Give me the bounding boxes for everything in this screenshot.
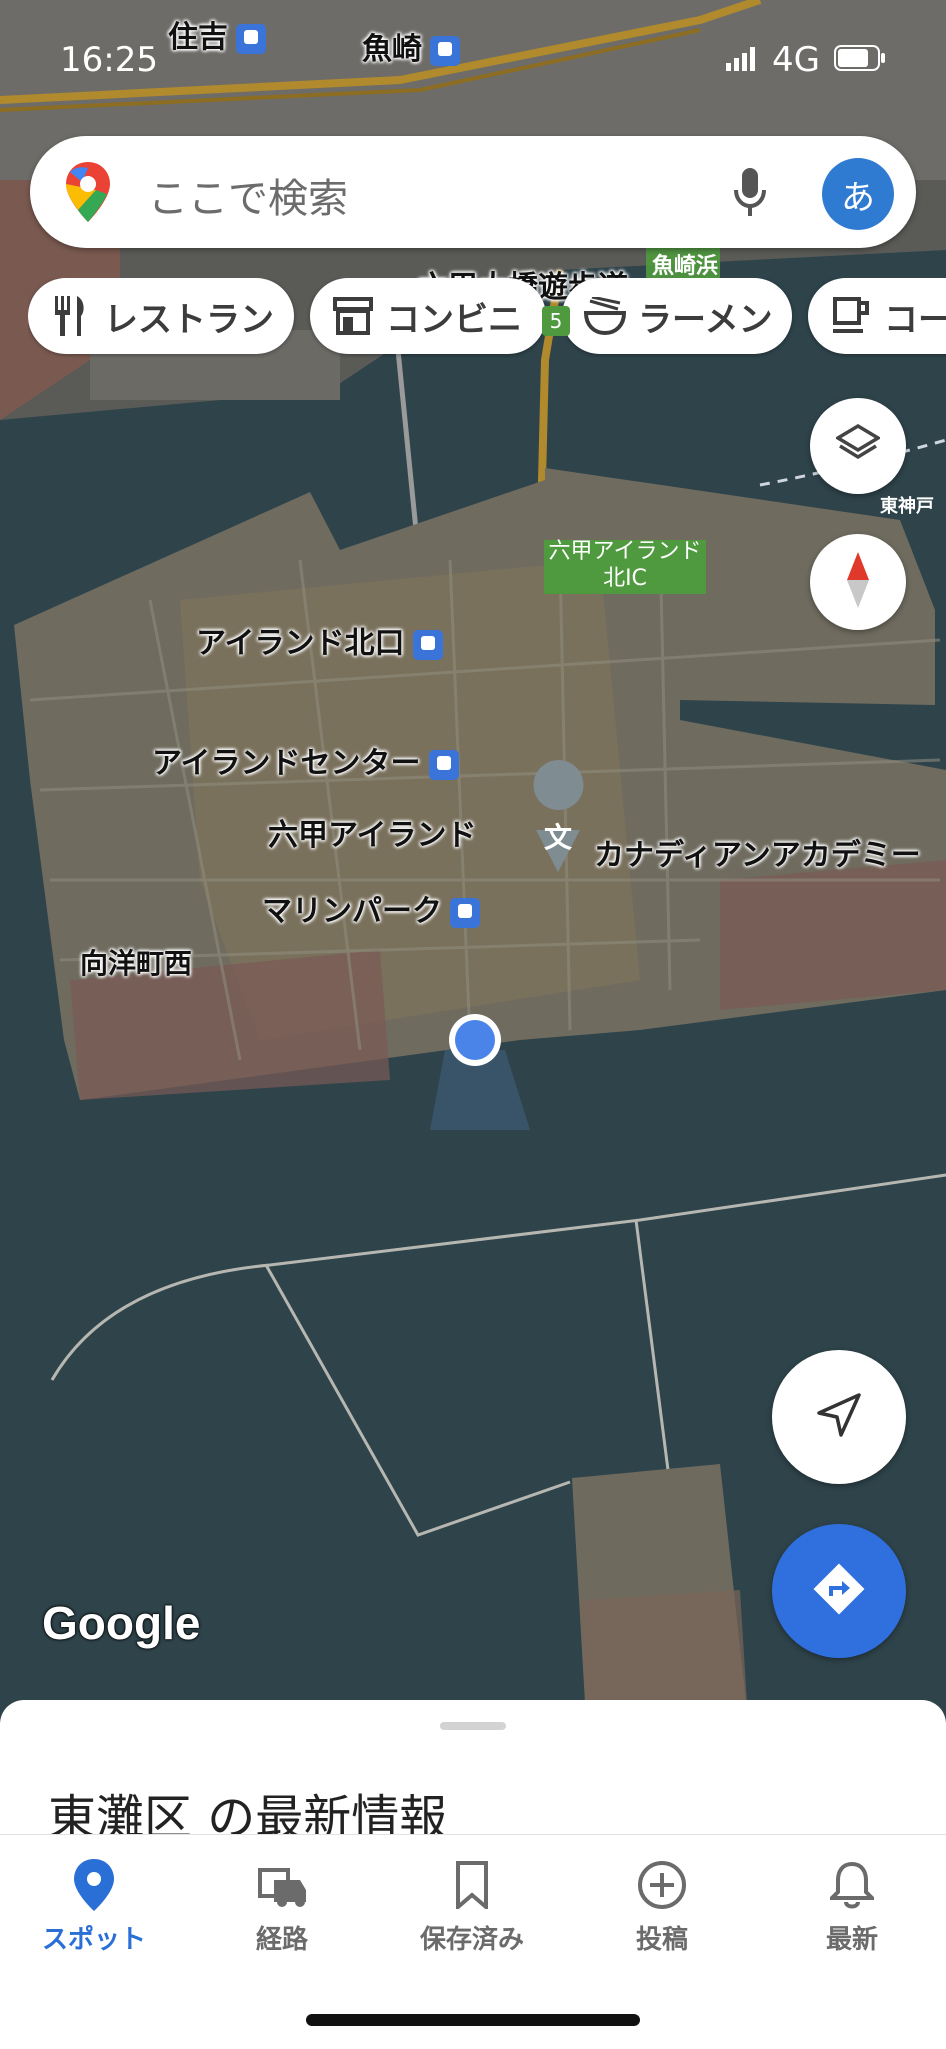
map-label-koyocho-nishi[interactable]: 向洋町西 [80, 942, 192, 982]
tab-label: 投稿 [635, 1925, 688, 1955]
map-label-island-center[interactable]: アイランドセンター [152, 738, 459, 782]
chip-label: コンビニ [386, 299, 522, 340]
layers-icon [834, 423, 882, 468]
tab-updates[interactable]: 最新 [772, 1855, 932, 1965]
train-station-icon [428, 749, 459, 780]
label-text: 魚崎 [362, 32, 422, 67]
tab-explore[interactable]: スポット [14, 1855, 174, 1965]
add-circle-icon [632, 1855, 692, 1915]
chip-coffee[interactable]: コー [808, 278, 946, 354]
map-label-higashikobe[interactable]: 東神戸 [880, 492, 934, 518]
coffee-cup-icon [830, 295, 872, 337]
map-label-sumiyoshi[interactable]: 住吉 [168, 12, 266, 56]
fork-knife-icon [50, 295, 92, 337]
store-icon [332, 295, 374, 337]
label-text: アイランド北口 [196, 626, 405, 661]
map-label-rokko-island[interactable]: 六甲アイランド [268, 810, 477, 854]
compass-button[interactable] [810, 534, 906, 630]
location-pin-icon [64, 1855, 124, 1915]
train-station-icon [236, 23, 266, 54]
sheet-drag-handle[interactable] [440, 1722, 506, 1730]
label-text: マリンパーク [262, 894, 442, 929]
map-label-island-kitaguchi[interactable]: アイランド北口 [196, 618, 443, 662]
label-text: アイランドセンター [152, 746, 421, 781]
map-label-uozakihama[interactable]: 魚崎浜 [652, 248, 718, 280]
directions-icon [812, 1562, 866, 1620]
directions-button[interactable] [772, 1524, 906, 1658]
map-label-marine-park[interactable]: マリンパーク [262, 886, 480, 930]
home-indicator[interactable] [306, 2014, 640, 2026]
chip-restaurant[interactable]: レストラン [28, 278, 294, 354]
microphone-icon[interactable] [718, 160, 782, 224]
google-attribution: Google [42, 1597, 201, 1649]
car-icon [252, 1855, 312, 1915]
account-avatar[interactable]: あ [822, 158, 894, 230]
status-time: 16:25 [60, 40, 158, 80]
status-right: 4G [726, 40, 886, 80]
chip-label: コー [884, 299, 946, 340]
tab-label: 経路 [255, 1925, 308, 1955]
search-bar[interactable]: ここで検索 あ [30, 136, 916, 248]
train-station-icon [412, 629, 443, 660]
ramen-bowl-icon [584, 295, 626, 337]
chip-ramen[interactable]: ラーメン [562, 278, 792, 354]
google-maps-logo-icon [66, 162, 110, 222]
tab-saved[interactable]: 保存済み [392, 1855, 552, 1965]
chip-label: レストラン [104, 299, 274, 340]
navigation-arrow-icon [817, 1393, 861, 1441]
map-label-rokko-ic[interactable]: 六甲アイランド 北IC [544, 538, 706, 592]
train-station-icon [450, 897, 480, 928]
tab-label: スポット [41, 1925, 146, 1955]
tab-label: 保存済み [419, 1925, 524, 1955]
bell-icon [822, 1855, 882, 1915]
search-input[interactable]: ここで検索 [148, 166, 348, 224]
chip-convenience-store[interactable]: コンビニ [310, 278, 546, 354]
label-text: 住吉 [168, 20, 228, 55]
map-label-uozaki[interactable]: 魚崎 [362, 24, 460, 68]
train-station-icon [430, 35, 460, 66]
layers-button[interactable] [810, 398, 906, 494]
my-location-button[interactable] [772, 1350, 906, 1484]
route-number-badge: 5 [542, 306, 570, 336]
category-chips: レストラン コンビニ ラーメン コー [28, 278, 946, 358]
signal-icon [726, 40, 758, 80]
network-label: 4G [772, 40, 820, 80]
tab-contribute[interactable]: 投稿 [582, 1855, 742, 1965]
map-label-canadian-academy[interactable]: カナディアンアカデミー [594, 830, 921, 874]
chip-label: ラーメン [638, 299, 773, 340]
battery-icon [834, 40, 886, 80]
tab-label: 最新 [825, 1925, 878, 1955]
bottom-sheet[interactable]: 東灘区 の最新情報 [0, 1700, 946, 1846]
compass-icon [845, 552, 871, 612]
school-pin-glyph: 文 [544, 821, 573, 854]
bookmark-icon [442, 1855, 502, 1915]
tab-commute[interactable]: 経路 [202, 1855, 362, 1965]
